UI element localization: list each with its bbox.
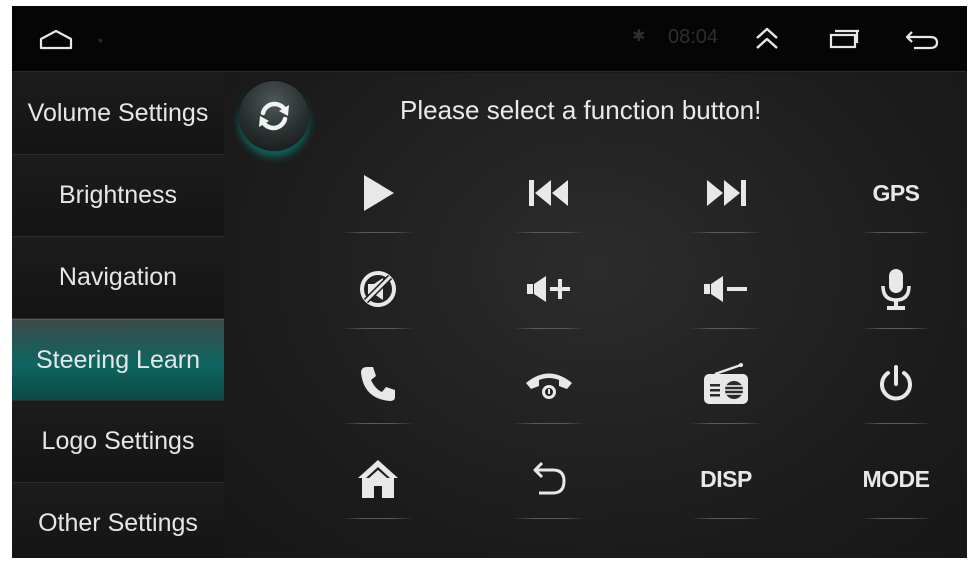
sidebar-item-label: Brightness bbox=[58, 181, 178, 209]
refresh-icon bbox=[259, 101, 289, 131]
sidebar-item-label: Volume Settings bbox=[27, 99, 209, 127]
recents-icon[interactable] bbox=[823, 20, 863, 58]
next-track-icon bbox=[707, 180, 746, 206]
phone-answer-button[interactable] bbox=[338, 344, 418, 424]
gps-label: GPS bbox=[872, 179, 920, 206]
disp-label: DISP bbox=[700, 465, 752, 492]
play-button[interactable] bbox=[338, 153, 418, 233]
mute-button[interactable] bbox=[338, 249, 418, 329]
function-panel: Please select a function button! GPS DIS… bbox=[224, 73, 967, 558]
sidebar-item-label: Navigation bbox=[58, 263, 178, 291]
home-icon bbox=[358, 460, 398, 498]
power-icon bbox=[880, 365, 912, 401]
disp-button[interactable]: DISP bbox=[686, 439, 766, 519]
home-button[interactable] bbox=[338, 439, 418, 519]
volume-up-button[interactable] bbox=[509, 249, 589, 329]
sidebar-item-label: Logo Settings bbox=[41, 427, 195, 455]
sidebar-item-label: Other Settings bbox=[38, 509, 198, 537]
refresh-button[interactable] bbox=[239, 81, 309, 151]
home-icon[interactable] bbox=[36, 20, 76, 58]
mode-label: MODE bbox=[862, 465, 931, 492]
volume-down-button[interactable] bbox=[686, 249, 766, 329]
bluetooth-icon: ✱ bbox=[632, 28, 646, 45]
mute-icon bbox=[360, 271, 396, 307]
previous-track-button[interactable] bbox=[509, 153, 589, 233]
phone-answer-icon bbox=[361, 367, 395, 401]
expand-up-icon[interactable] bbox=[747, 20, 787, 58]
volume-up-icon bbox=[527, 276, 570, 302]
sidebar-item-steering-learn[interactable]: Steering Learn bbox=[12, 319, 224, 401]
microphone-button[interactable] bbox=[856, 249, 936, 329]
head-unit-screen: • ✱ 08:04 Volume Settings Brightness Nav… bbox=[12, 6, 967, 558]
status-bar: • ✱ 08:04 bbox=[12, 6, 967, 72]
phone-hangup-icon bbox=[526, 373, 572, 399]
sidebar-item-other-settings[interactable]: Other Settings bbox=[12, 483, 224, 558]
microphone-icon bbox=[881, 269, 911, 310]
radio-icon bbox=[704, 363, 748, 404]
power-button[interactable] bbox=[856, 344, 936, 424]
previous-track-icon bbox=[529, 180, 568, 206]
sidebar-item-label: Steering Learn bbox=[35, 345, 200, 374]
back-button[interactable] bbox=[509, 439, 589, 519]
mode-button[interactable]: MODE bbox=[856, 439, 936, 519]
instruction-text: Please select a function button! bbox=[400, 95, 762, 125]
radio-button[interactable] bbox=[686, 344, 766, 424]
sidebar-item-navigation[interactable]: Navigation bbox=[12, 237, 224, 319]
sidebar-item-logo-settings[interactable]: Logo Settings bbox=[12, 401, 224, 483]
sidebar-item-volume-settings[interactable]: Volume Settings bbox=[12, 73, 224, 155]
back-icon[interactable] bbox=[902, 20, 942, 58]
volume-down-icon bbox=[704, 276, 747, 302]
play-icon bbox=[364, 175, 394, 211]
gps-button[interactable]: GPS bbox=[856, 153, 936, 233]
settings-sidebar: Volume Settings Brightness Navigation St… bbox=[12, 73, 224, 558]
next-track-button[interactable] bbox=[686, 153, 766, 233]
status-dot: • bbox=[98, 32, 103, 48]
clock: 08:04 bbox=[668, 26, 719, 48]
back-icon bbox=[533, 461, 566, 495]
sidebar-item-brightness[interactable]: Brightness bbox=[12, 155, 224, 237]
phone-hangup-button[interactable] bbox=[509, 344, 589, 424]
